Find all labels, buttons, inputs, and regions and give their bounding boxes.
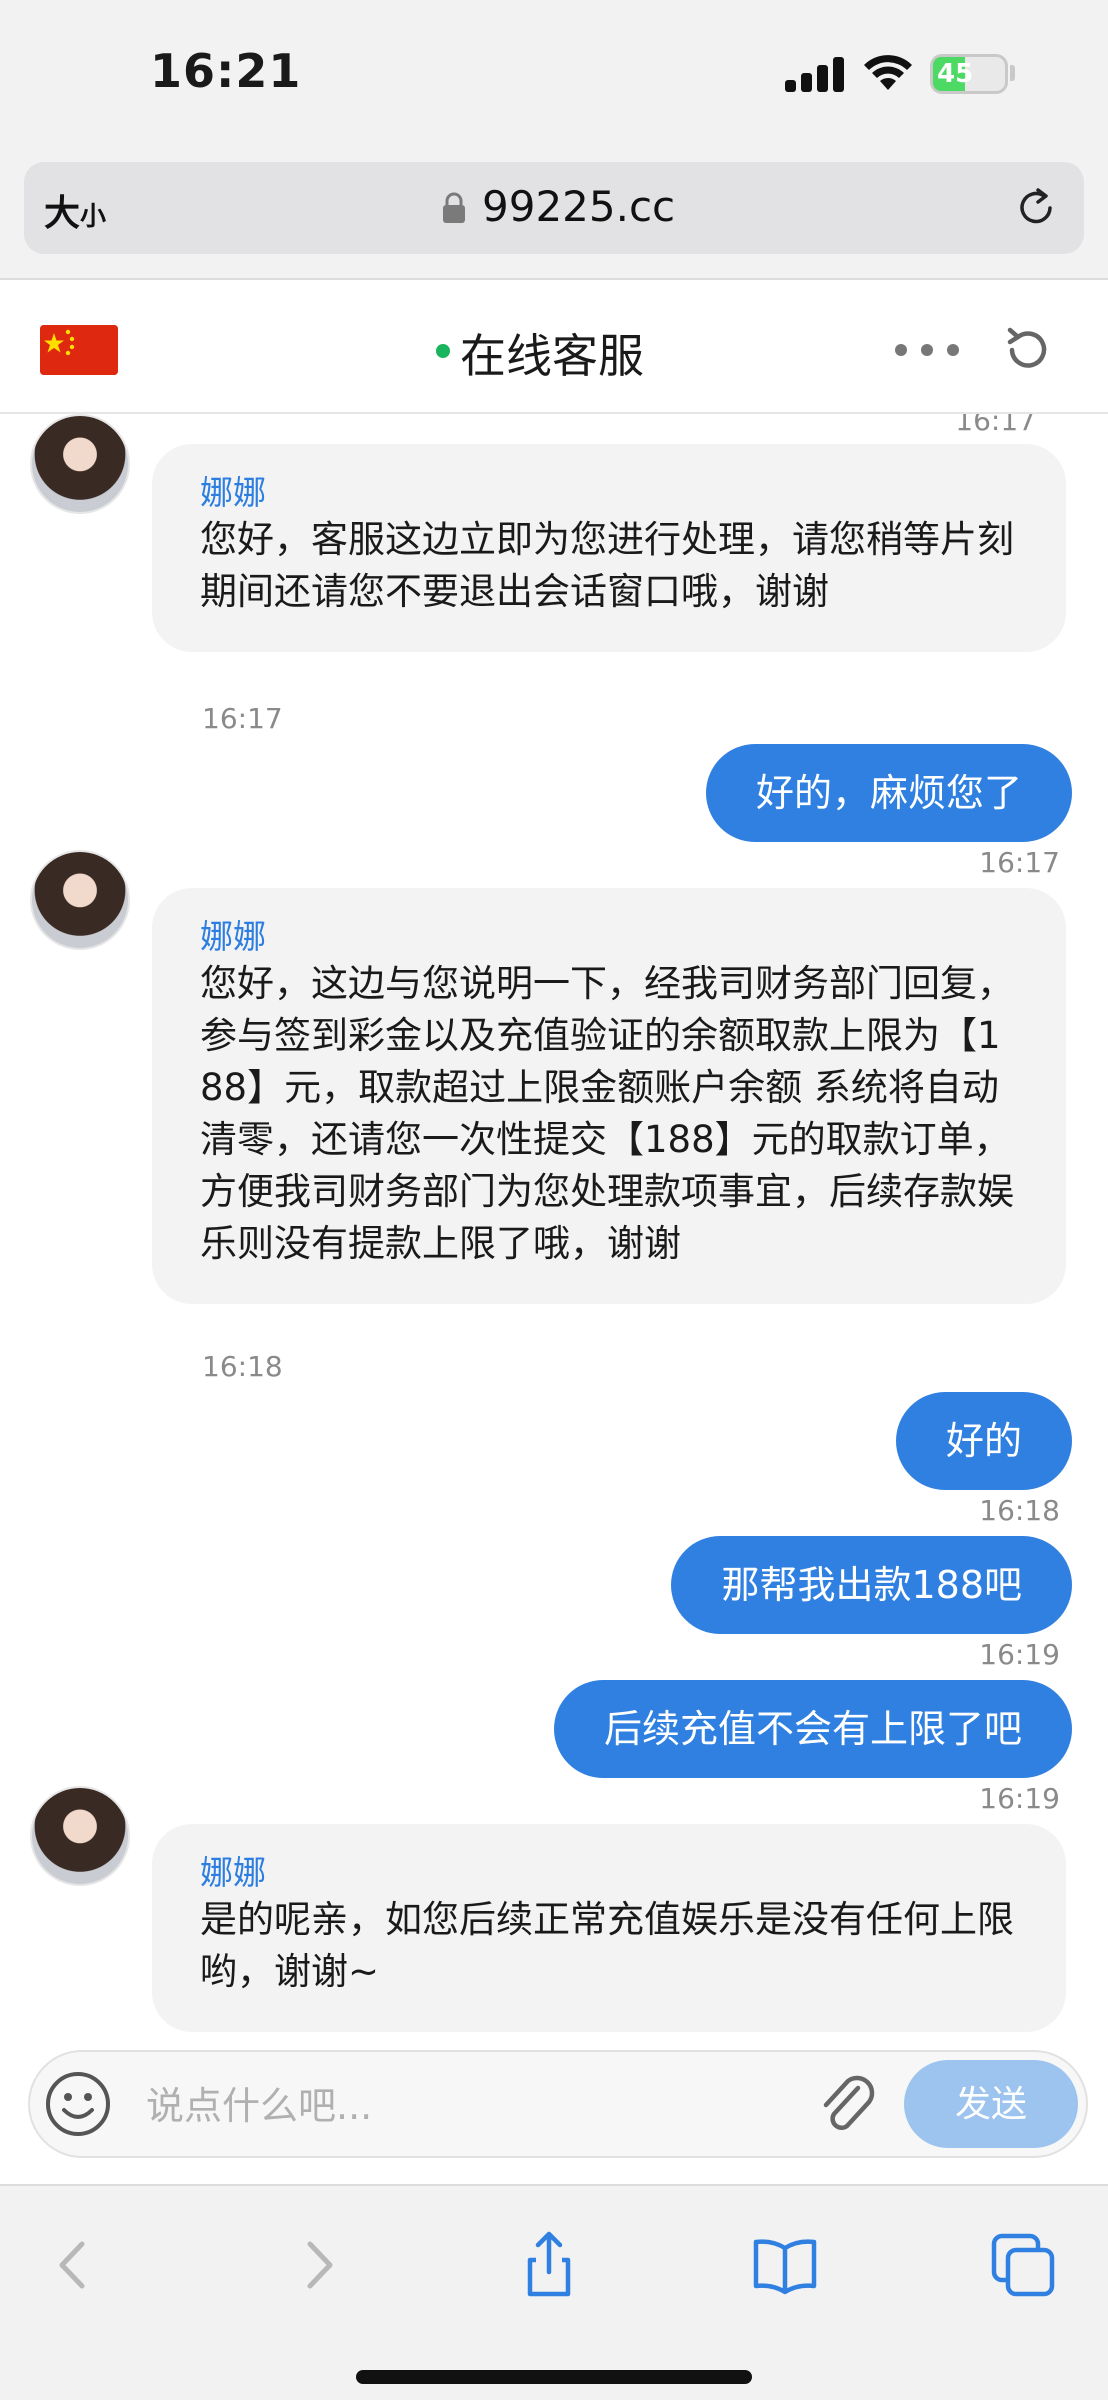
sender-name: 娜娜 xyxy=(200,473,266,512)
battery-icon: 45 xyxy=(930,54,1008,94)
text-size-label-big: 大 xyxy=(44,193,81,234)
message-time: 16:18 xyxy=(979,1494,1060,1527)
incoming-message-bubble: 娜娜 您好，客服这边立即为您进行处理，请您稍等片刻期间还请您不要退出会话窗口哦，… xyxy=(152,444,1066,652)
attach-icon[interactable] xyxy=(814,2070,880,2140)
outgoing-message-bubble: 好的，麻烦您了 xyxy=(705,744,1072,842)
message-text: 您好，客服这边立即为您进行处理，请您稍等片刻期间还请您不要退出会话窗口哦，谢谢 xyxy=(200,518,1014,613)
message-composer: 发送 xyxy=(28,2050,1088,2158)
message-time: 16:17 xyxy=(202,702,283,735)
chat-header: 在线客服 xyxy=(0,282,1108,414)
browser-address-area: 大小 99225.cc xyxy=(0,150,1108,280)
status-bar: 16:21 45 xyxy=(0,0,1108,150)
share-icon[interactable] xyxy=(514,2230,584,2300)
page: 16:21 45 大小 99225.cc 在线客服 16:17 娜娜 您好，客服… xyxy=(0,0,1108,2400)
outgoing-message-bubble: 那帮我出款188吧 xyxy=(671,1536,1072,1634)
refresh-icon[interactable] xyxy=(1000,322,1056,378)
agent-avatar[interactable] xyxy=(30,850,130,950)
chat-title: 在线客服 xyxy=(460,329,644,383)
back-icon[interactable] xyxy=(40,2230,110,2300)
wifi-icon xyxy=(864,55,912,90)
home-indicator xyxy=(356,2370,752,2384)
reload-icon[interactable] xyxy=(1014,186,1058,230)
tabs-icon[interactable] xyxy=(988,2230,1058,2300)
more-icon[interactable] xyxy=(895,344,961,358)
message-input[interactable] xyxy=(146,2076,806,2136)
china-flag-icon[interactable] xyxy=(40,325,118,375)
url-text[interactable]: 99225.cc xyxy=(482,182,675,231)
message-text: 您好，这边与您说明一下，经我司财务部门回复，参与签到彩金以及充值验证的余额取款上… xyxy=(200,962,1014,1265)
message-list[interactable]: 16:17 娜娜 您好，客服这边立即为您进行处理，请您稍等片刻期间还请您不要退出… xyxy=(0,414,1108,2044)
battery-level: 45 xyxy=(937,59,974,89)
outgoing-message-bubble: 好的 xyxy=(895,1392,1072,1490)
message-time: 16:19 xyxy=(979,1782,1060,1815)
battery-cap xyxy=(1010,65,1015,81)
message-time: 16:17 xyxy=(979,846,1060,879)
incoming-message-bubble: 娜娜 您好，这边与您说明一下，经我司财务部门回复，参与签到彩金以及充值验证的余额… xyxy=(152,888,1066,1304)
message-time: 16:18 xyxy=(202,1350,283,1383)
bookmarks-icon[interactable] xyxy=(750,2230,820,2300)
emoji-icon[interactable] xyxy=(44,2070,112,2138)
agent-avatar[interactable] xyxy=(30,1786,130,1886)
forward-icon[interactable] xyxy=(282,2230,352,2300)
browser-toolbar xyxy=(0,2184,1108,2400)
address-bar[interactable]: 大小 99225.cc xyxy=(24,162,1084,254)
send-button[interactable]: 发送 xyxy=(904,2060,1078,2148)
message-time: 16:17 xyxy=(955,414,1036,437)
status-time: 16:21 xyxy=(150,44,302,98)
text-size-button[interactable]: 大小 xyxy=(44,184,106,236)
online-status-dot xyxy=(436,344,450,358)
sender-name: 娜娜 xyxy=(200,917,266,956)
agent-avatar[interactable] xyxy=(30,414,130,514)
lock-icon xyxy=(443,192,465,223)
sender-name: 娜娜 xyxy=(200,1853,266,1892)
message-text: 是的呢亲，如您后续正常充值娱乐是没有任何上限哟，谢谢~ xyxy=(200,1898,1014,1993)
outgoing-message-bubble: 后续充值不会有上限了吧 xyxy=(553,1680,1072,1778)
cellular-signal-icon xyxy=(785,56,845,92)
message-time: 16:19 xyxy=(979,1638,1060,1671)
text-size-label-small: 小 xyxy=(80,202,107,232)
incoming-message-bubble: 娜娜 是的呢亲，如您后续正常充值娱乐是没有任何上限哟，谢谢~ xyxy=(152,1824,1066,2032)
